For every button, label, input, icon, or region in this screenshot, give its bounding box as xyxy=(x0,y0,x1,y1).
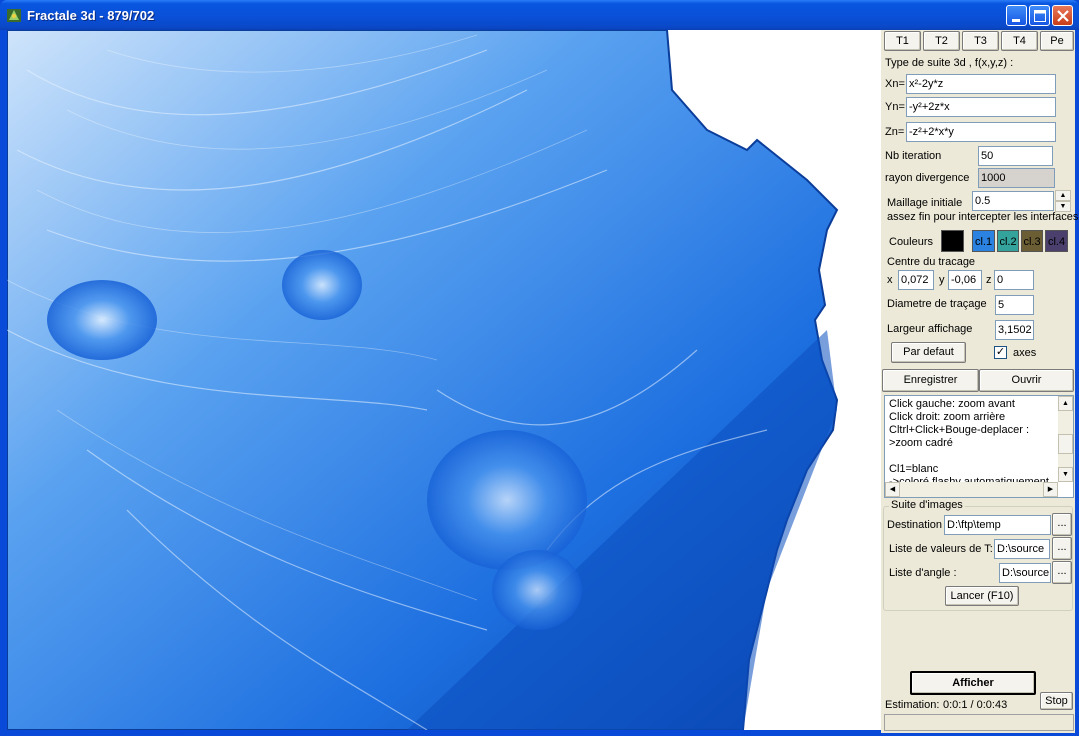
angle-browse-button[interactable]: ... xyxy=(1052,561,1072,584)
values-list-input[interactable]: D:\source xyxy=(994,539,1050,559)
center-y-input[interactable]: -0,06 xyxy=(948,270,982,290)
tab-t4[interactable]: T4 xyxy=(1001,31,1038,51)
zn-label: Zn= xyxy=(885,126,905,138)
largeur-label: Largeur affichage xyxy=(887,323,973,335)
tab-pe[interactable]: Pe xyxy=(1040,31,1074,51)
app-icon xyxy=(7,9,21,22)
values-list-label: Liste de valeurs de T: xyxy=(889,543,993,555)
help-line: Cltrl+Click+Bouge-deplacer : xyxy=(889,424,1030,436)
formula-heading: Type de suite 3d , f(x,y,z) : xyxy=(885,57,1014,69)
angle-list-input[interactable]: D:\source xyxy=(999,563,1051,583)
help-line: Click gauche: zoom avant xyxy=(889,398,1015,410)
scroll-left-icon[interactable]: ◀ xyxy=(885,482,900,497)
center-x-input[interactable]: 0,072 xyxy=(898,270,934,290)
tab-t2[interactable]: T2 xyxy=(923,31,960,51)
axes-label: axes xyxy=(1013,347,1037,359)
destination-label: Destination xyxy=(887,519,943,531)
color-swatch-cl1[interactable]: cl.1 xyxy=(972,230,995,252)
axes-checkbox[interactable]: ✓ xyxy=(994,346,1007,359)
app-window: Fractale 3d - 879/702 T1 T2 T3 T4 Pe Typ… xyxy=(0,0,1079,736)
memo-horizontal-scrollbar[interactable]: ◀ ▶ xyxy=(885,482,1058,497)
open-button[interactable]: Ouvrir xyxy=(979,369,1074,392)
progress-bar xyxy=(884,714,1074,731)
maillage-spin-up[interactable]: ▲ xyxy=(1055,190,1071,201)
center-z-input[interactable]: 0 xyxy=(994,270,1034,290)
minimize-button[interactable] xyxy=(1006,5,1027,26)
colors-label: Couleurs xyxy=(889,236,934,248)
stop-button[interactable]: Stop xyxy=(1040,692,1073,710)
maximize-button[interactable] xyxy=(1029,5,1050,26)
angle-list-label: Liste d'angle : xyxy=(889,567,957,579)
memo-vertical-scrollbar[interactable]: ▲ ▼ xyxy=(1058,396,1073,482)
center-z-label: z xyxy=(986,274,992,286)
close-icon xyxy=(1057,10,1069,22)
destination-input[interactable]: D:\ftp\temp xyxy=(944,515,1051,535)
divergence-label: rayon divergence xyxy=(885,172,970,184)
launch-button[interactable]: Lancer (F10) xyxy=(945,586,1019,606)
maillage-input[interactable]: 0.5 xyxy=(972,191,1054,211)
maillage-label: Maillage initiale xyxy=(887,197,963,209)
diameter-label: Diametre de traçage xyxy=(887,298,987,310)
color-swatch-cl2[interactable]: cl.2 xyxy=(997,230,1019,252)
fractal-canvas[interactable] xyxy=(7,30,881,730)
close-button[interactable] xyxy=(1052,5,1073,26)
color-swatch-black[interactable] xyxy=(941,230,964,252)
scroll-thumb[interactable] xyxy=(1058,434,1073,454)
xn-input[interactable]: x²-2y*z xyxy=(906,74,1056,94)
maximize-icon xyxy=(1034,10,1046,22)
zn-input[interactable]: -z²+2*x*y xyxy=(906,122,1056,142)
color-swatch-cl3[interactable]: cl.3 xyxy=(1021,230,1043,252)
center-y-label: y xyxy=(939,274,945,286)
scroll-up-icon[interactable]: ▲ xyxy=(1058,396,1073,411)
help-line: >zoom cadré xyxy=(889,437,953,449)
scroll-down-icon[interactable]: ▼ xyxy=(1058,467,1073,482)
title-bar[interactable]: Fractale 3d - 879/702 xyxy=(0,0,1079,30)
control-panel: T1 T2 T3 T4 Pe Type de suite 3d , f(x,y,… xyxy=(881,30,1079,733)
window-title: Fractale 3d - 879/702 xyxy=(27,8,155,23)
yn-input[interactable]: -y²+2z*x xyxy=(906,97,1056,117)
largeur-input[interactable]: 3,1502 xyxy=(995,320,1034,340)
destination-browse-button[interactable]: ... xyxy=(1052,513,1072,536)
defaults-button[interactable]: Par defaut xyxy=(891,342,966,363)
minimize-icon xyxy=(1012,19,1020,22)
fractal-render-image xyxy=(7,30,839,730)
center-heading: Centre du tracage xyxy=(887,256,976,268)
yn-label: Yn= xyxy=(885,101,905,113)
xn-label: Xn= xyxy=(885,78,905,90)
scroll-right-icon[interactable]: ▶ xyxy=(1043,482,1058,497)
color-swatch-cl4[interactable]: cl.4 xyxy=(1045,230,1068,252)
show-button[interactable]: Afficher xyxy=(910,671,1036,695)
tab-t3[interactable]: T3 xyxy=(962,31,999,51)
save-button[interactable]: Enregistrer xyxy=(882,369,979,392)
help-line: Click droit: zoom arrière xyxy=(889,411,1006,423)
iteration-label: Nb iteration xyxy=(885,150,942,162)
maillage-hint: assez fin pour intercepter les interface… xyxy=(887,211,1079,223)
estimation-label: Estimation: xyxy=(885,699,940,711)
center-x-label: x xyxy=(887,274,893,286)
tab-t1[interactable]: T1 xyxy=(884,31,921,51)
diameter-input[interactable]: 5 xyxy=(995,295,1034,315)
estimation-value: 0:0:1 / 0:0:43 xyxy=(943,699,1008,711)
iteration-input[interactable]: 50 xyxy=(978,146,1053,166)
values-browse-button[interactable]: ... xyxy=(1052,537,1072,560)
image-series-heading: Suite d'images xyxy=(889,499,965,511)
help-line: Cl1=blanc xyxy=(889,463,939,475)
help-text-memo[interactable]: Click gauche: zoom avant Click droit: zo… xyxy=(884,395,1074,498)
divergence-input[interactable]: 1000 xyxy=(978,168,1055,188)
